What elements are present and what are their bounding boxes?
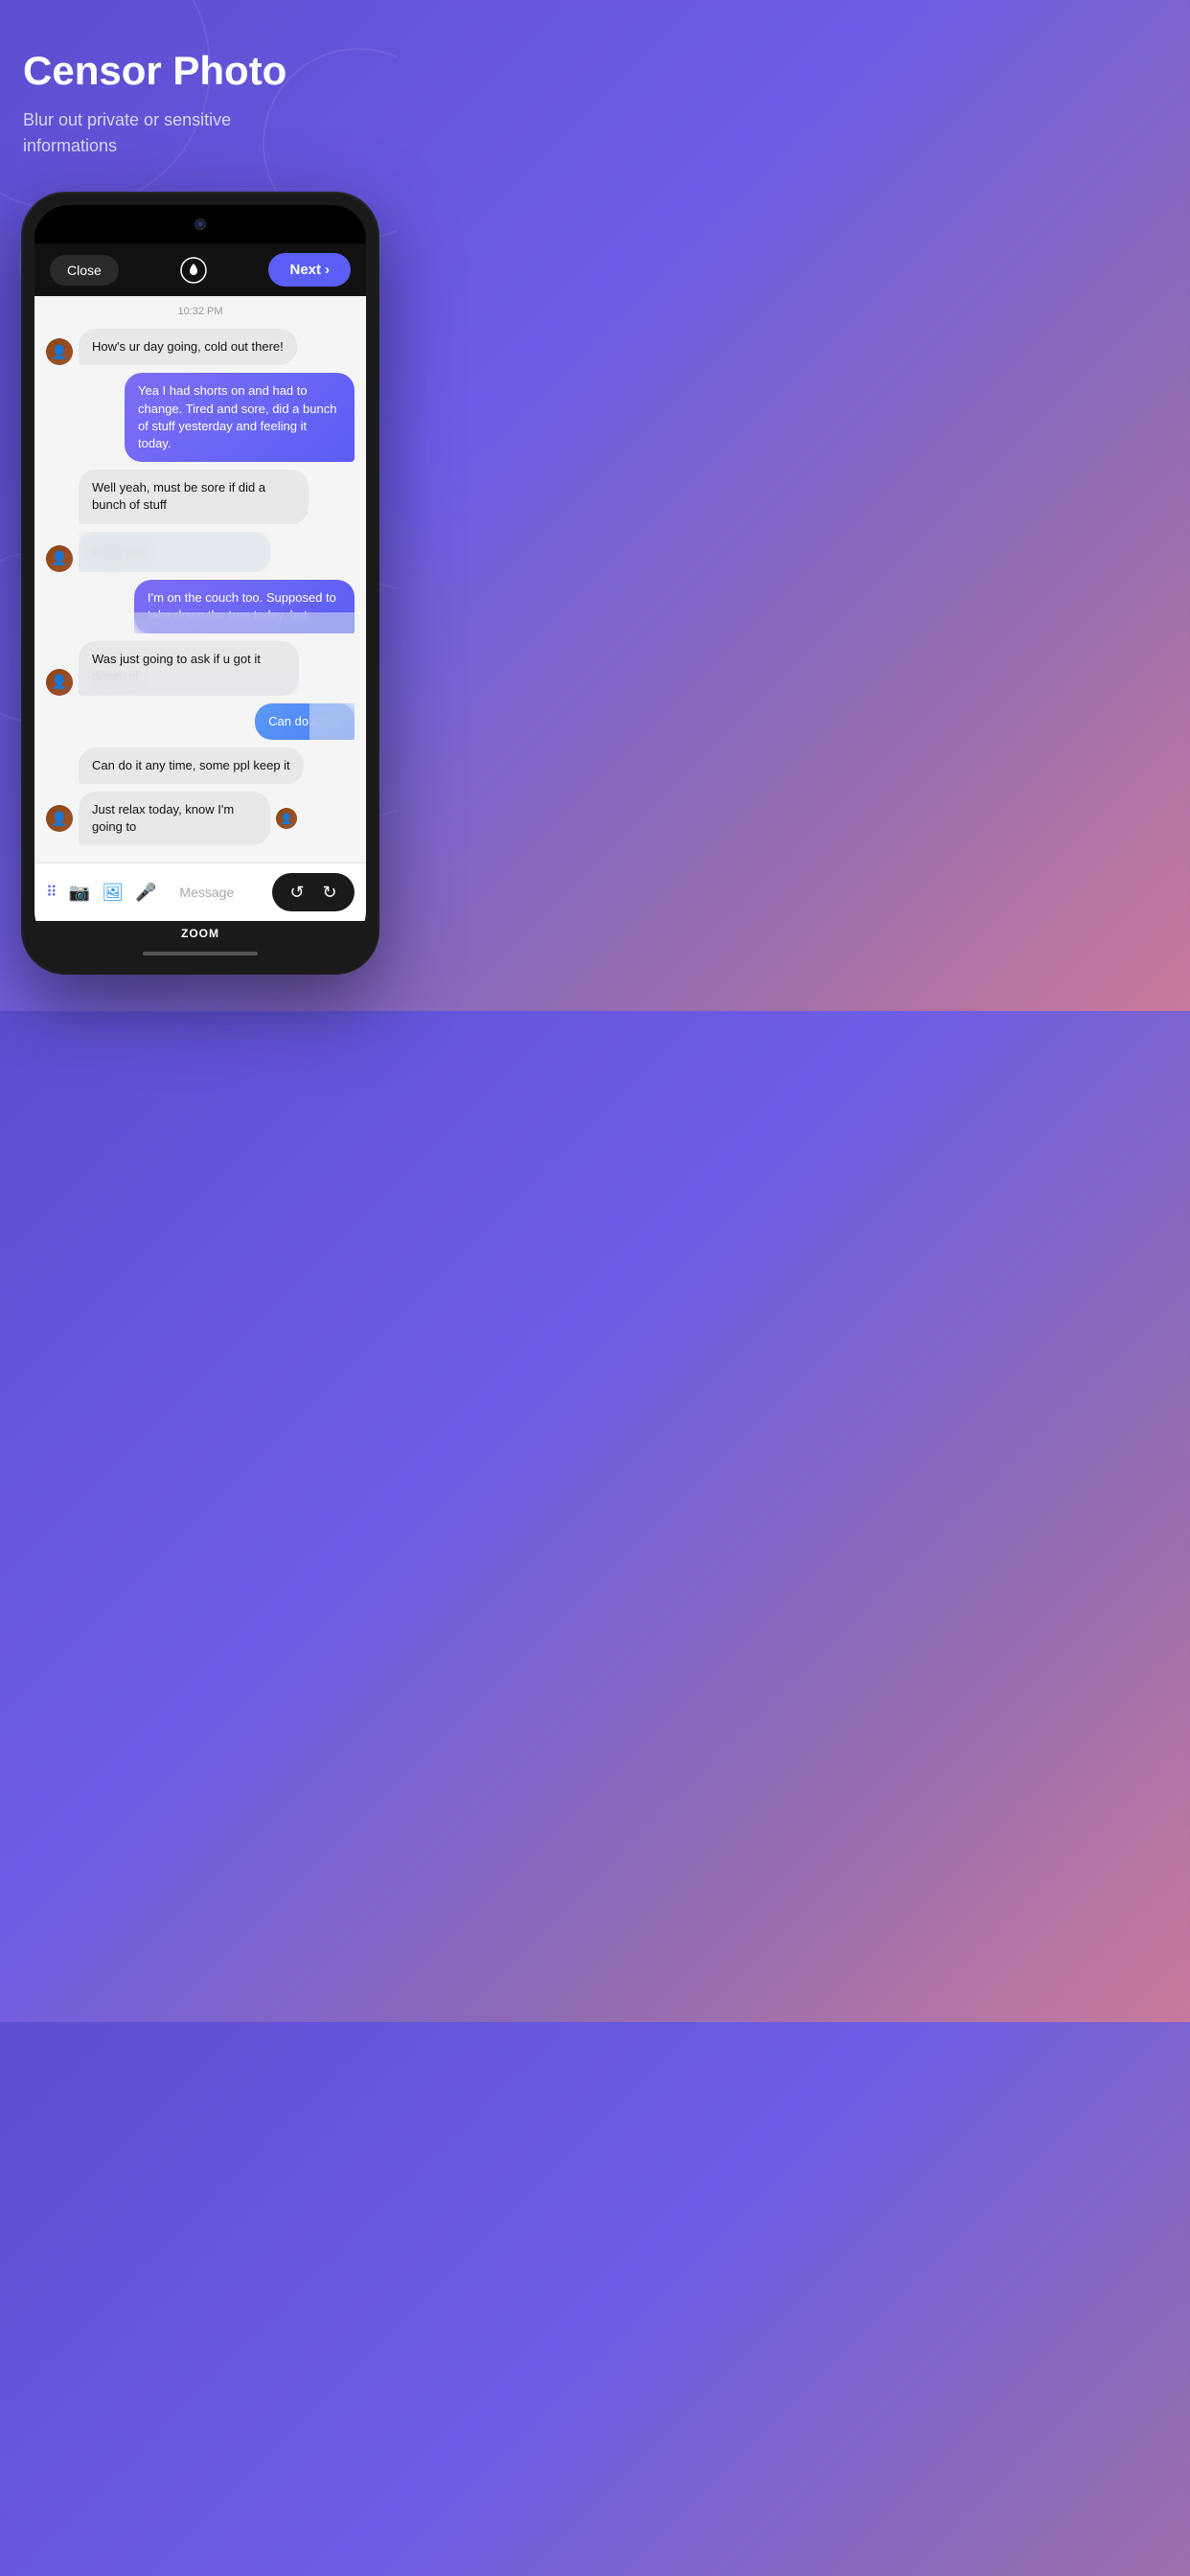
- next-button[interactable]: Next ›: [268, 253, 351, 287]
- chat-bubble-received: Just relax today, know I'm going to: [79, 792, 270, 845]
- chat-bubble-partial-blur: Can do it this: [255, 703, 355, 740]
- undo-redo-controls: ↺ ↻: [272, 873, 355, 911]
- phone-screen: Close Next › 10:32 PM: [34, 205, 366, 946]
- avatar-image: 👤: [46, 669, 73, 696]
- avatar-image: 👤: [46, 545, 73, 572]
- zoom-bar: ZOOM: [34, 921, 366, 946]
- home-indicator: [143, 952, 258, 955]
- undo-button[interactable]: ↺: [284, 879, 310, 906]
- chat-message-row: Yea I had shorts on and had to change. T…: [46, 373, 355, 462]
- app-toolbar: Close Next ›: [34, 243, 366, 296]
- mic-icon[interactable]: 🎤: [135, 883, 156, 903]
- blur-mask-right: [309, 703, 355, 740]
- chat-message-row: Can do it this: [46, 703, 355, 740]
- phone-notch: [34, 205, 366, 243]
- next-label: Next: [289, 262, 321, 278]
- avatar: 👤: [46, 545, 73, 572]
- camera-notch: [195, 218, 206, 230]
- chat-message-row: I'm on the couch too. Supposed to take d…: [46, 580, 355, 633]
- chat-bubble-received: Well yeah, must be sore if did a bunch o…: [79, 470, 309, 523]
- chat-message-row: 👤 Just relax today, know I'm going to 👤: [46, 792, 355, 845]
- blur-overlay: [79, 532, 270, 572]
- chat-bubble-received-blurred: Was just going to ask if u got it down, …: [79, 641, 299, 695]
- chat-bubble-received: How's ur day going, cold out there!: [79, 329, 297, 365]
- camera-icon[interactable]: 📷: [69, 883, 90, 903]
- page-container: Censor Photo Blur out private or sensiti…: [0, 0, 397, 1011]
- blur-mask: [79, 671, 299, 695]
- chat-area: 10:32 PM 👤 How's ur day going, cold out …: [34, 296, 366, 862]
- chat-bubble-received: Can do it any time, some ppl keep it: [79, 748, 304, 784]
- chat-bubble-sent-blurred: I'm on the couch too. Supposed to take d…: [134, 580, 355, 633]
- zoom-label: ZOOM: [181, 927, 219, 940]
- chat-bottom-bar: ⠿ 📷 🖼 🎤 Message ↺ ↻: [34, 862, 366, 921]
- close-button[interactable]: Close: [50, 255, 119, 286]
- chevron-icon: ›: [325, 262, 330, 278]
- chat-bubble-sent: Yea I had shorts on and had to change. T…: [125, 373, 355, 462]
- chat-bubble-blurred: Daisy and: [79, 532, 270, 572]
- message-input[interactable]: Message: [168, 877, 261, 908]
- chat-message-row: 👤 Was just going to ask if u got it down…: [46, 641, 355, 695]
- chat-message-row: 👤 How's ur day going, cold out there!: [46, 329, 355, 365]
- chat-message-row: 👤 Daisy and: [46, 532, 355, 572]
- redo-button[interactable]: ↻: [316, 879, 343, 906]
- avatar-image-small: 👤: [276, 808, 297, 829]
- chat-message-row: Well yeah, must be sore if did a bunch o…: [46, 470, 355, 523]
- page-subtitle: Blur out private or sensitive informatio…: [23, 107, 330, 159]
- avatar-small: 👤: [276, 808, 297, 829]
- avatar: 👤: [46, 805, 73, 832]
- avatar: 👤: [46, 338, 73, 365]
- avatar-image: 👤: [46, 805, 73, 832]
- chat-timestamp: 10:32 PM: [46, 306, 355, 317]
- phone-mockup: Close Next › 10:32 PM: [23, 194, 378, 973]
- chat-message-row: Can do it any time, some ppl keep it: [46, 748, 355, 784]
- blur-mask: [134, 612, 355, 634]
- avatar: 👤: [46, 669, 73, 696]
- avatar-image: 👤: [46, 338, 73, 365]
- image-icon[interactable]: 🖼: [102, 883, 124, 903]
- app-logo-icon: [178, 255, 209, 286]
- grid-icon[interactable]: ⠿: [46, 883, 57, 902]
- page-title: Censor Photo: [23, 48, 374, 94]
